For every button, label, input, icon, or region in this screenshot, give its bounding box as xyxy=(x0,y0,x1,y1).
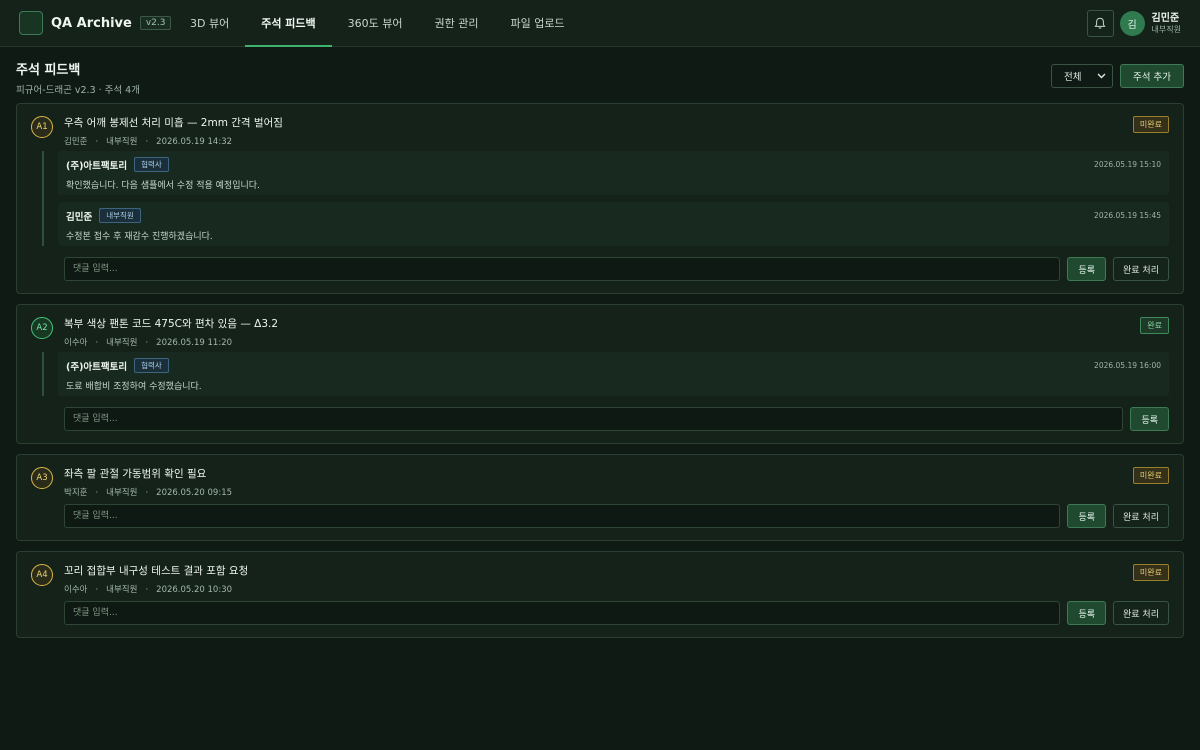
annotation-title: 좌측 팔 관절 가동범위 확인 필요 xyxy=(64,468,207,480)
annotation-meta: 박지훈 · 내부직원 · 2026.05.20 09:15 xyxy=(64,488,233,498)
annotation-role: 내부직원 xyxy=(106,585,138,595)
status-filter-select[interactable]: 전체 xyxy=(1051,64,1114,88)
annotation-time: 2026.05.19 14:32 xyxy=(156,137,233,147)
annotation-marker[interactable]: A4 xyxy=(31,564,53,586)
annotation-time: 2026.05.20 10:30 xyxy=(156,585,233,595)
tab-file-upload[interactable]: 파일 업로드 xyxy=(495,0,581,47)
reply-thread: (주)아트팩토리 협력사 2026.05.19 15:10 확인했습니다. 다음… xyxy=(42,151,1169,246)
avatar[interactable]: 김 xyxy=(1119,11,1145,36)
annotation-marker[interactable]: A3 xyxy=(31,467,53,489)
annotation-time: 2026.05.19 11:20 xyxy=(156,338,233,348)
annotation-meta: 이수아 · 내부직원 · 2026.05.20 10:30 xyxy=(64,585,233,595)
mark-complete-button[interactable]: 완료 처리 xyxy=(1113,601,1169,625)
comment-input[interactable] xyxy=(64,257,1061,281)
user-name: 김민준 xyxy=(1151,13,1180,25)
page-title: 주석 피드백 xyxy=(16,63,81,78)
reply-thread: (주)아트팩토리 협력사 2026.05.19 16:00 도료 배합비 조정하… xyxy=(42,352,1169,396)
annotation-role: 내부직원 xyxy=(106,137,138,147)
tab-3d-viewer[interactable]: 3D 뷰어 xyxy=(174,0,245,47)
main-nav: 3D 뷰어 주석 피드백 360도 뷰어 권한 관리 파일 업로드 xyxy=(174,0,581,47)
annotation-marker[interactable]: A2 xyxy=(31,317,53,339)
top-bar: QA Archive v2.3 3D 뷰어 주석 피드백 360도 뷰어 권한 … xyxy=(0,0,1200,47)
status-badge: 미완료 xyxy=(1132,564,1169,581)
comment-input[interactable] xyxy=(64,601,1061,625)
reply-author: (주)아트팩토리 xyxy=(66,160,128,172)
annotation-title: 우측 어깨 봉제선 처리 미흡 — 2mm 간격 벌어짐 xyxy=(64,117,283,129)
annotation-role: 내부직원 xyxy=(106,488,138,498)
filter-value: 전체 xyxy=(1064,72,1082,83)
add-annotation-button[interactable]: 주석 추가 xyxy=(1120,64,1184,88)
version-badge: v2.3 xyxy=(139,16,172,30)
annotation-time: 2026.05.20 09:15 xyxy=(156,488,233,498)
reply-item: (주)아트팩토리 협력사 2026.05.19 16:00 도료 배합비 조정하… xyxy=(58,352,1169,396)
reply-time: 2026.05.19 15:10 xyxy=(1094,160,1161,169)
reply-role-tag: 협력사 xyxy=(134,157,169,172)
status-badge: 완료 xyxy=(1140,317,1169,334)
annotation-title: 꼬리 접합부 내구성 테스트 결과 포함 요청 xyxy=(64,565,249,577)
annotation-card: A3 좌측 팔 관절 가동범위 확인 필요 박지훈 · 내부직원 · 2026.05.2… xyxy=(16,454,1184,541)
annotation-card: A4 꼬리 접합부 내구성 테스트 결과 포함 요청 이수아 · 내부직원 · 2026… xyxy=(16,551,1184,638)
annotation-marker[interactable]: A1 xyxy=(31,116,53,138)
page-header: 주석 피드백 피규어-드래곤 v2.3 · 주석 4개 전체 주석 추가 xyxy=(0,47,1200,103)
chevron-down-icon xyxy=(1097,73,1106,79)
reply-role-tag: 협력사 xyxy=(134,358,169,373)
register-comment-button[interactable]: 등록 xyxy=(1067,257,1107,281)
reply-role-tag: 내부직원 xyxy=(99,208,141,223)
annotation-meta: 이수아 · 내부직원 · 2026.05.19 11:20 xyxy=(64,338,233,348)
reply-author: (주)아트팩토리 xyxy=(66,361,128,373)
bell-icon xyxy=(1094,17,1106,29)
comment-input[interactable] xyxy=(64,504,1061,528)
reply-time: 2026.05.19 15:45 xyxy=(1094,211,1161,220)
annotation-title: 복부 색상 팬톤 코드 475C와 편차 있음 — Δ3.2 xyxy=(64,318,279,330)
app-logo xyxy=(19,11,43,35)
app-title: QA Archive xyxy=(51,15,132,31)
annotation-role: 내부직원 xyxy=(106,338,138,348)
reply-text: 수정본 접수 후 재감수 진행하겠습니다. xyxy=(66,232,213,242)
tab-annotation-feedback[interactable]: 주석 피드백 xyxy=(245,0,332,47)
reply-item: 김민준 내부직원 2026.05.19 15:45 수정본 접수 후 재감수 진… xyxy=(58,202,1169,246)
status-badge: 미완료 xyxy=(1132,467,1169,484)
annotation-author: 이수아 xyxy=(64,585,88,595)
comment-input[interactable] xyxy=(64,407,1124,431)
register-comment-button[interactable]: 등록 xyxy=(1067,504,1107,528)
annotation-meta: 김민준 · 내부직원 · 2026.05.19 14:32 xyxy=(64,137,233,147)
page-subtitle: 피규어-드래곤 v2.3 · 주석 4개 xyxy=(16,85,140,96)
reply-text: 확인했습니다. 다음 샘플에서 수정 적용 예정입니다. xyxy=(66,181,260,191)
mark-complete-button[interactable]: 완료 처리 xyxy=(1113,257,1169,281)
reply-text: 도료 배합비 조정하여 수정했습니다. xyxy=(66,382,202,392)
annotation-card: A2 복부 색상 팬톤 코드 475C와 편차 있음 — Δ3.2 이수아 · 내부… xyxy=(16,304,1184,444)
annotation-card: A1 우측 어깨 봉제선 처리 미흡 — 2mm 간격 벌어짐 김민준 · 내부직원… xyxy=(16,103,1184,294)
mark-complete-button[interactable]: 완료 처리 xyxy=(1113,504,1169,528)
annotation-author: 김민준 xyxy=(64,137,88,147)
reply-author: 김민준 xyxy=(66,211,93,223)
register-comment-button[interactable]: 등록 xyxy=(1067,601,1107,625)
reply-item: (주)아트팩토리 협력사 2026.05.19 15:10 확인했습니다. 다음… xyxy=(58,151,1169,195)
user-role: 내부직원 xyxy=(1151,24,1181,34)
annotation-author: 이수아 xyxy=(64,338,88,348)
register-comment-button[interactable]: 등록 xyxy=(1130,407,1169,431)
tab-permissions[interactable]: 권한 관리 xyxy=(419,0,495,47)
tab-360-viewer[interactable]: 360도 뷰어 xyxy=(332,0,419,47)
user-info: 김민준 내부직원 xyxy=(1152,13,1181,34)
status-badge: 미완료 xyxy=(1132,116,1169,133)
reply-time: 2026.05.19 16:00 xyxy=(1094,361,1161,370)
annotation-author: 박지훈 xyxy=(64,488,88,498)
notifications-button[interactable] xyxy=(1086,10,1114,37)
